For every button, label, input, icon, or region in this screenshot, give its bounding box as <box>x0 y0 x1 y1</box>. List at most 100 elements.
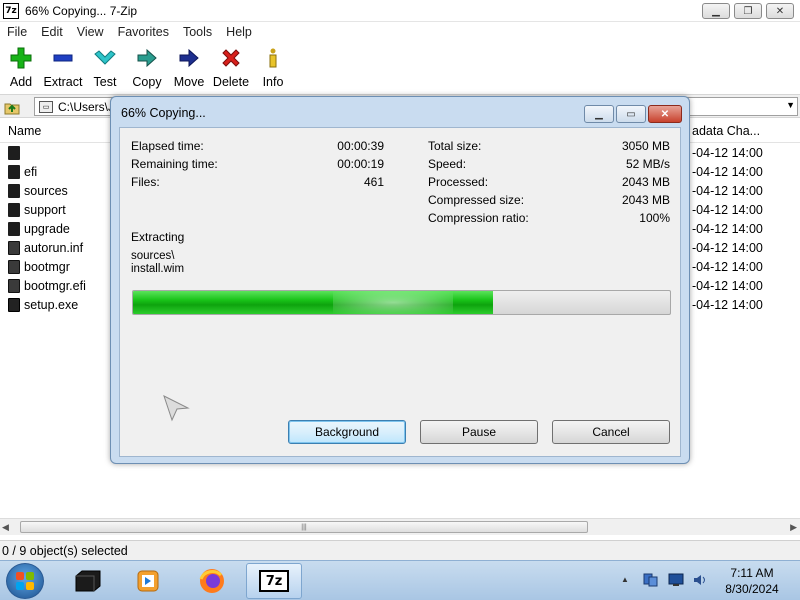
files-value: 461 <box>363 175 384 189</box>
minus-icon <box>51 46 75 70</box>
window-title: 66% Copying... 7-Zip <box>25 3 138 18</box>
info-icon <box>261 46 285 70</box>
status-bar: 0 / 9 object(s) selected <box>0 540 800 560</box>
menu-view[interactable]: View <box>70 25 111 39</box>
menu-tools[interactable]: Tools <box>176 25 219 39</box>
tray-monitor-icon[interactable] <box>668 573 684 587</box>
dialog-close-button[interactable]: ✕ <box>648 105 682 123</box>
dialog-title: 66% Copying... <box>121 106 206 120</box>
speed-value: 52 MB/s <box>625 157 670 171</box>
total-size-label: Total size: <box>428 139 482 153</box>
file-date: -04-12 14:00 <box>692 222 763 236</box>
dialog-minimize-button[interactable]: ▁ <box>584 105 614 123</box>
restore-icon: ❐ <box>743 5 753 17</box>
media-player-icon <box>137 570 159 592</box>
horizontal-scrollbar[interactable]: ◀ ||| ▶ <box>0 518 800 535</box>
taskbar-app-firefox[interactable] <box>184 563 240 599</box>
add-button[interactable]: Add <box>0 42 42 94</box>
folder-icon <box>8 222 20 236</box>
file-name: bootmgr.efi <box>24 279 86 293</box>
compression-ratio-value: 100% <box>639 211 670 225</box>
folder-icon <box>8 184 20 198</box>
toolbar: Add Extract Test Copy Move Delete Info <box>0 42 800 94</box>
menu-help[interactable]: Help <box>219 25 259 39</box>
file-name: support <box>24 203 66 217</box>
menu-file[interactable]: File <box>0 25 34 39</box>
current-directory: sources\ <box>131 250 175 262</box>
remaining-label: Remaining time: <box>131 157 218 171</box>
cancel-button[interactable]: Cancel <box>552 420 670 444</box>
menu-favorites[interactable]: Favorites <box>111 25 176 39</box>
column-metadata-changed[interactable]: adata Cha... <box>692 124 760 138</box>
copy-button[interactable]: Copy <box>126 42 168 94</box>
scroll-left-icon[interactable]: ◀ <box>2 522 9 533</box>
copy-label: Copy <box>132 75 162 89</box>
file-date: -04-12 14:00 <box>692 146 763 160</box>
close-button[interactable]: ✕ <box>766 3 794 19</box>
compressed-size-value: 2043 MB <box>621 193 670 207</box>
tray-network-icon[interactable] <box>642 573 658 587</box>
dialog-maximize-button[interactable]: ▭ <box>616 105 646 123</box>
column-name[interactable]: Name <box>8 124 41 138</box>
pause-button[interactable]: Pause <box>420 420 538 444</box>
elapsed-label: Elapsed time: <box>131 139 204 153</box>
mouse-cursor-icon <box>163 395 190 422</box>
files-label: Files: <box>131 175 160 189</box>
file-date: -04-12 14:00 <box>692 165 763 179</box>
firefox-icon <box>199 569 224 593</box>
tray-volume-icon[interactable] <box>692 573 708 587</box>
maximize-icon: ▭ <box>626 108 636 120</box>
minimize-icon: ▁ <box>712 5 720 17</box>
file-name: efi <box>24 165 38 179</box>
system-clock[interactable]: 7:11 AM 8/30/2024 <box>716 565 788 597</box>
processed-value: 2043 MB <box>621 175 670 189</box>
move-button[interactable]: Move <box>168 42 210 94</box>
info-button[interactable]: Info <box>252 42 294 94</box>
window-titlebar: 7z 66% Copying... 7-Zip ▁ ❐ ✕ <box>0 0 800 22</box>
speed-label: Speed: <box>428 157 467 171</box>
minimize-button[interactable]: ▁ <box>702 3 730 19</box>
start-button[interactable] <box>6 563 44 599</box>
taskbar-app-7zip[interactable]: 7z <box>246 563 302 599</box>
7zip-app-icon: 7z <box>3 2 19 19</box>
file-date: -04-12 14:00 <box>692 184 763 198</box>
delete-button[interactable]: Delete <box>210 42 252 94</box>
taskbar-app-drive[interactable] <box>60 563 116 599</box>
file-icon <box>8 279 20 293</box>
clock-date: 8/30/2024 <box>725 582 779 596</box>
progress-glow <box>333 291 453 314</box>
path-text: C:\Users\J <box>58 99 115 114</box>
menu-edit[interactable]: Edit <box>34 25 70 39</box>
move-arrow-icon <box>177 46 201 70</box>
move-label: Move <box>173 75 205 89</box>
delete-label: Delete <box>212 75 250 89</box>
scroll-right-icon[interactable]: ▶ <box>790 522 797 533</box>
tray-expand-icon[interactable]: ▲ <box>621 575 629 584</box>
file-icon <box>8 260 20 274</box>
elapsed-value: 00:00:39 <box>337 139 384 153</box>
extract-label: Extract <box>43 75 83 89</box>
test-button[interactable]: Test <box>84 42 126 94</box>
executable-icon <box>8 298 20 312</box>
copy-arrow-icon <box>135 46 159 70</box>
test-label: Test <box>93 75 117 89</box>
taskbar-app-media[interactable] <box>120 563 176 599</box>
plus-icon <box>9 46 33 70</box>
clock-time: 7:11 AM <box>730 566 774 580</box>
file-date: -04-12 14:00 <box>692 260 763 274</box>
scrollbar-thumb[interactable]: ||| <box>20 521 588 533</box>
background-button[interactable]: Background <box>288 420 406 444</box>
drive-icon: ▭ <box>39 100 53 113</box>
folder-up-button[interactable] <box>3 98 21 116</box>
compression-ratio-label: Compression ratio: <box>428 211 529 225</box>
extract-button[interactable]: Extract <box>42 42 84 94</box>
path-dropdown-icon[interactable]: ▼ <box>786 100 795 110</box>
close-icon: ✕ <box>660 108 670 120</box>
maximize-button[interactable]: ❐ <box>734 3 762 19</box>
folder-icon <box>8 165 20 179</box>
remaining-value: 00:00:19 <box>337 157 384 171</box>
minimize-icon: ▁ <box>595 108 603 120</box>
file-name: upgrade <box>24 222 70 236</box>
close-icon: ✕ <box>775 5 785 17</box>
info-label: Info <box>262 75 284 89</box>
